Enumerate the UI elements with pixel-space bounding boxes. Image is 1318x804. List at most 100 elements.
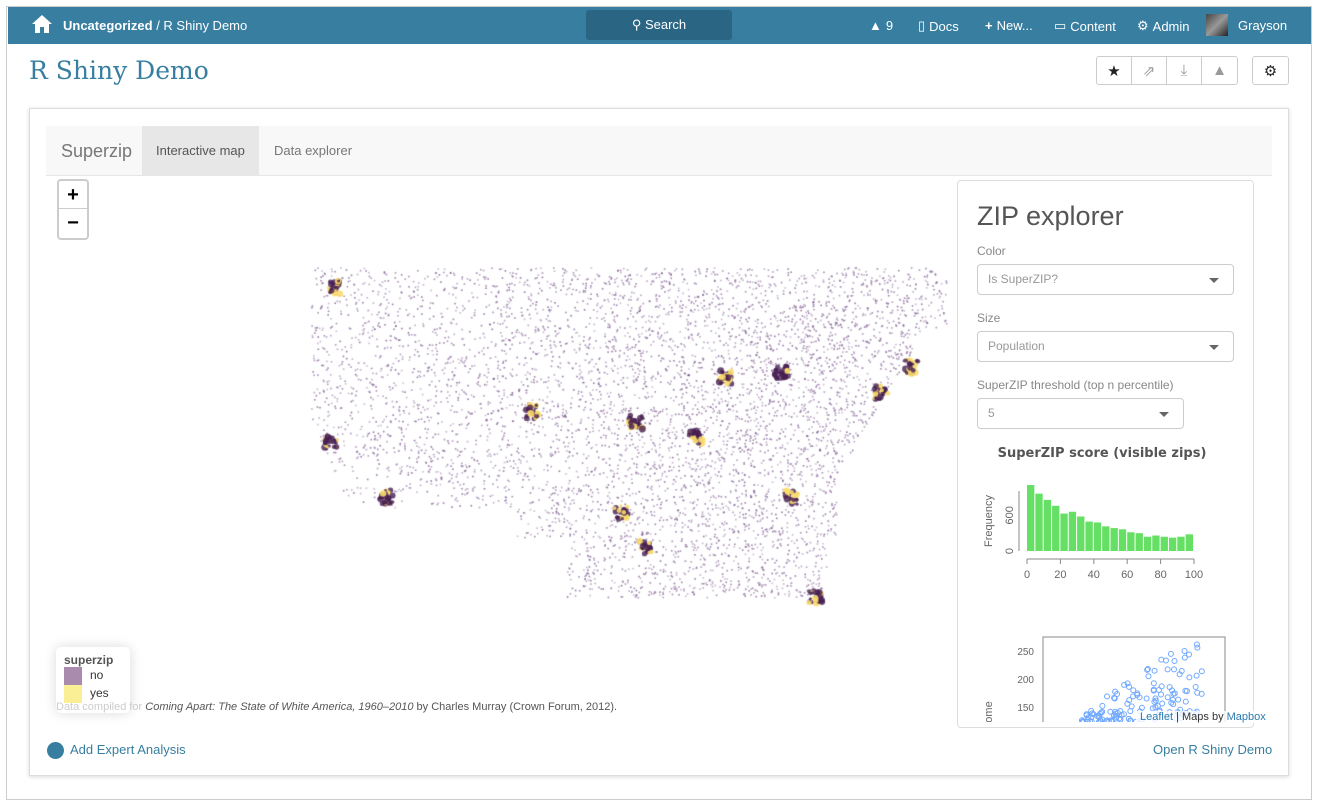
size-label: Size bbox=[977, 311, 1001, 325]
zoom-out-button[interactable]: − bbox=[59, 209, 87, 237]
scatter-point bbox=[1194, 644, 1201, 651]
docs-link[interactable]: ▯ Docs bbox=[918, 18, 959, 34]
tab-data-explorer[interactable]: Data explorer bbox=[260, 126, 366, 176]
histogram-bar bbox=[1035, 493, 1043, 551]
y-tick-label: 600 bbox=[1004, 506, 1016, 524]
scatter-point bbox=[1192, 683, 1199, 690]
warning-icon: ▲ bbox=[869, 18, 882, 33]
app-navbar: Superzip Interactive map Data explorer bbox=[46, 126, 1272, 176]
histogram-bar bbox=[1135, 533, 1143, 551]
histogram-chart: SuperZIP score (visible zips) 0 20 40 60 80 10… bbox=[983, 446, 1206, 606]
new-link[interactable]: + New... bbox=[985, 18, 1033, 33]
scatter-point bbox=[1127, 708, 1134, 715]
legend-title: superzip bbox=[64, 653, 114, 667]
search-label: Search bbox=[644, 17, 687, 32]
user-menu[interactable]: Grayson bbox=[1206, 14, 1287, 36]
gear-icon: ⚙ bbox=[1137, 18, 1149, 33]
alerts-count: 9 bbox=[885, 18, 894, 33]
warning-icon[interactable]: ▲ bbox=[1202, 57, 1237, 84]
legend-label: no bbox=[90, 668, 104, 683]
histogram-bar bbox=[1127, 532, 1135, 551]
histogram-bar bbox=[1118, 529, 1127, 551]
star-icon[interactable]: ★ bbox=[1097, 57, 1132, 84]
histogram-bar bbox=[1085, 521, 1093, 551]
zoom-control: + − bbox=[57, 179, 89, 240]
alerts-link[interactable]: ▲ 9 bbox=[869, 18, 893, 33]
scatter-point bbox=[1150, 680, 1157, 687]
x-tick-label: 20 bbox=[1054, 569, 1066, 581]
avatar bbox=[1206, 14, 1228, 36]
breadcrumb-current: R Shiny Demo bbox=[163, 18, 248, 33]
scatter-point bbox=[1103, 693, 1110, 700]
scatter-point bbox=[1182, 698, 1189, 705]
y-tick-label: 200 bbox=[1017, 675, 1034, 686]
x-tick-label: 80 bbox=[1154, 569, 1166, 581]
breadcrumb-separator: / bbox=[152, 18, 164, 33]
scatter-point bbox=[1164, 666, 1171, 673]
size-select[interactable]: Population bbox=[977, 331, 1234, 362]
scatter-point bbox=[1181, 654, 1188, 661]
search-icon: ⚲ bbox=[631, 17, 645, 32]
histogram-bar bbox=[1093, 522, 1102, 551]
x-tick-label: 0 bbox=[1024, 569, 1030, 581]
histogram-bar bbox=[1110, 528, 1118, 551]
search-button[interactable]: ⚲ Search bbox=[586, 10, 732, 40]
map-canvas[interactable] bbox=[46, 177, 956, 727]
histogram-bar bbox=[1060, 513, 1068, 551]
legend-label: yes bbox=[90, 686, 109, 701]
histogram-bar bbox=[1160, 536, 1168, 551]
share-icon[interactable]: ⇗ bbox=[1132, 57, 1167, 84]
brain-head-icon bbox=[47, 742, 64, 760]
page-title: R Shiny Demo bbox=[29, 56, 209, 85]
app-brand: Superzip bbox=[61, 141, 133, 161]
tab-interactive-map[interactable]: Interactive map bbox=[142, 126, 259, 176]
open-app-link[interactable]: Open R Shiny Demo bbox=[1153, 742, 1272, 757]
document-icon: ▯ bbox=[918, 18, 926, 33]
histogram-bar bbox=[1185, 534, 1193, 551]
color-select[interactable]: Is SuperZIP? bbox=[977, 264, 1234, 295]
top-navbar: Uncategorized / R Shiny Demo ⚲ Search ▲ 9… bbox=[8, 7, 1311, 44]
home-icon[interactable] bbox=[31, 14, 53, 34]
panel-title: ZIP explorer bbox=[977, 201, 1124, 231]
histogram-bar bbox=[1043, 499, 1052, 551]
admin-label: Admin bbox=[1152, 18, 1190, 34]
legend-swatch bbox=[64, 667, 82, 685]
data-credit: Data compiled for Coming Apart: The Stat… bbox=[56, 701, 617, 713]
scatter-point bbox=[1155, 687, 1162, 694]
download-icon[interactable]: ⤓ bbox=[1167, 57, 1202, 84]
breadcrumb: Uncategorized / R Shiny Demo bbox=[63, 18, 247, 33]
threshold-label: SuperZIP threshold (top n percentile) bbox=[977, 378, 1174, 392]
attribution-sep: | Maps by bbox=[1173, 711, 1227, 723]
x-tick-label: 40 bbox=[1088, 569, 1100, 581]
y-tick-label: 0 bbox=[1004, 548, 1016, 554]
y-axis-label: Frequency bbox=[983, 495, 995, 547]
zip-explorer-panel[interactable]: ZIP explorer Color Is SuperZIP? Size Pop… bbox=[957, 180, 1254, 728]
scatter-point bbox=[1145, 673, 1152, 680]
histogram-bar bbox=[1102, 526, 1110, 551]
scatter-point bbox=[1143, 695, 1150, 702]
scatter-point bbox=[1099, 702, 1106, 709]
y-tick-label: 150 bbox=[1017, 703, 1034, 714]
y-axis-label: ome bbox=[983, 701, 995, 722]
scatter-point bbox=[1171, 666, 1178, 673]
scatter-point bbox=[1171, 657, 1178, 664]
mapbox-link[interactable]: Mapbox bbox=[1227, 711, 1266, 723]
breadcrumb-parent[interactable]: Uncategorized bbox=[63, 18, 153, 33]
settings-group: ⚙ bbox=[1252, 56, 1289, 85]
threshold-input[interactable]: 5 bbox=[977, 398, 1184, 429]
add-expert-analysis-link[interactable]: Add Expert Analysis bbox=[47, 742, 186, 760]
scatter-point bbox=[1167, 650, 1174, 657]
y-tick-label: 250 bbox=[1017, 647, 1034, 658]
scatter-chart: 150 200 250 ome bbox=[983, 636, 1226, 727]
x-tick-label: 60 bbox=[1121, 569, 1133, 581]
credit-book: Coming Apart: The State of White America… bbox=[145, 701, 414, 713]
content-link[interactable]: ▭ Content bbox=[1054, 18, 1116, 34]
gear-icon[interactable]: ⚙ bbox=[1253, 57, 1288, 84]
admin-link[interactable]: ⚙ Admin bbox=[1137, 18, 1190, 34]
color-label: Color bbox=[977, 244, 1006, 258]
plus-icon: + bbox=[985, 18, 993, 33]
content-label: Content bbox=[1070, 18, 1116, 34]
histogram-bar bbox=[1027, 485, 1035, 551]
leaflet-link[interactable]: Leaflet bbox=[1140, 711, 1173, 723]
zoom-in-button[interactable]: + bbox=[59, 181, 87, 209]
